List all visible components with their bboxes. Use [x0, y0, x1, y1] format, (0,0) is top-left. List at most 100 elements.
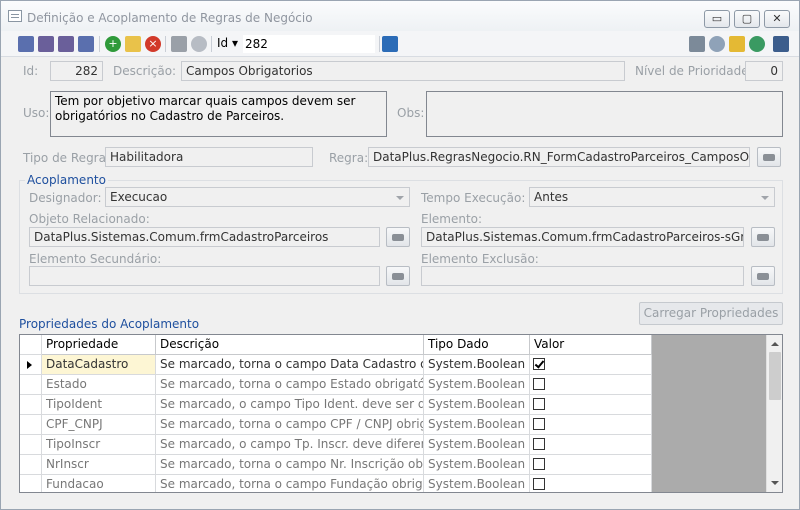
regra-field[interactable]: DataPlus.RegrasNegocio.RN_FormCadastroPa… [368, 147, 750, 167]
id-field[interactable]: 282 [50, 61, 103, 81]
row-header[interactable] [20, 475, 42, 492]
objeto-relacionado-field[interactable]: DataPlus.Sistemas.Comum.frmCadastroParce… [29, 227, 380, 247]
valor-checkbox[interactable] [533, 358, 545, 370]
id-label: Id: [23, 64, 39, 78]
scroll-up-icon[interactable] [771, 342, 779, 346]
table-row[interactable]: Fundacao Se marcado, torna o campo Fundaç… [20, 475, 652, 492]
cell-descricao[interactable]: Se marcado, o campo Tp. Inscr. deve dife… [156, 435, 424, 455]
toolbar-id-dropdown[interactable]: Id ▾ [217, 36, 238, 50]
cell-tipo-dado[interactable]: System.Boolean [424, 415, 530, 435]
uso-label: Uso: [23, 106, 50, 120]
descricao-field[interactable]: Campos Obrigatorios [181, 61, 625, 81]
table-row[interactable]: DataCadastro Se marcado, torna o campo Da… [20, 355, 652, 375]
designador-select[interactable]: Execucao [105, 187, 410, 207]
undo-icon[interactable] [191, 36, 207, 52]
elemento-exclusao-field[interactable] [421, 266, 744, 286]
title-bar[interactable]: Definição e Acoplamento de Regras de Neg… [1, 1, 799, 31]
close-button[interactable]: ✕ [764, 10, 790, 28]
next-record-icon[interactable] [58, 36, 74, 52]
edit-icon[interactable] [125, 36, 141, 52]
row-header[interactable] [20, 455, 42, 475]
row-header[interactable] [20, 355, 42, 375]
objeto-lookup-button[interactable] [386, 227, 410, 247]
tempo-execucao-select[interactable]: Antes [529, 187, 775, 207]
elemento-lookup-button[interactable] [751, 227, 775, 247]
elemento-field[interactable]: DataPlus.Sistemas.Comum.frmCadastroParce… [421, 227, 744, 247]
tipo-regra-field[interactable]: Habilitadora [105, 147, 313, 167]
cell-tipo-dado[interactable]: System.Boolean [424, 355, 530, 375]
table-row[interactable]: Estado Se marcado, torna o campo Estado o… [20, 375, 652, 395]
cell-descricao[interactable]: Se marcado, torna o campo Nr. Inscrição … [156, 455, 424, 475]
cell-propriedade[interactable]: Fundacao [42, 475, 156, 492]
column-header-descricao[interactable]: Descrição [156, 335, 424, 355]
row-header[interactable] [20, 375, 42, 395]
secundario-lookup-button[interactable] [386, 266, 410, 286]
maximize-button[interactable]: ▢ [734, 10, 760, 28]
toolbar-id-input[interactable] [243, 35, 375, 53]
cell-descricao[interactable]: Se marcado, o campo Tipo Ident. deve ser… [156, 395, 424, 415]
user-icon[interactable] [749, 36, 765, 52]
delete-icon[interactable]: × [145, 36, 161, 52]
cell-propriedade[interactable]: TipoIdent [42, 395, 156, 415]
screen-icon[interactable] [382, 36, 398, 52]
row-header[interactable] [20, 415, 42, 435]
valor-checkbox[interactable] [533, 418, 545, 430]
minimize-button[interactable]: ▭ [704, 10, 730, 28]
tools-icon[interactable] [709, 36, 725, 52]
row-header[interactable] [20, 395, 42, 415]
scroll-thumb[interactable] [769, 352, 781, 400]
clipboard-icon[interactable] [729, 36, 745, 52]
cell-tipo-dado[interactable]: System.Boolean [424, 455, 530, 475]
save-icon[interactable] [171, 36, 187, 52]
table-row[interactable]: TipoInscr Se marcado, o campo Tp. Inscr. … [20, 435, 652, 455]
row-header[interactable] [20, 435, 42, 455]
panel-icon[interactable] [773, 36, 789, 52]
prioridade-label: Nível de Prioridade: [635, 64, 753, 78]
cell-descricao[interactable]: Se marcado, torna o campo CPF / CNPJ obr… [156, 415, 424, 435]
cell-tipo-dado[interactable]: System.Boolean [424, 395, 530, 415]
valor-checkbox[interactable] [533, 438, 545, 450]
cell-descricao[interactable]: Se marcado, torna o campo Data Cadastro … [156, 355, 424, 375]
propriedades-title: Propriedades do Acoplamento [19, 317, 200, 331]
last-record-icon[interactable] [78, 36, 94, 52]
table-row[interactable]: NrInscr Se marcado, torna o campo Nr. Ins… [20, 455, 652, 475]
cell-descricao[interactable]: Se marcado, torna o campo Estado obrigat… [156, 375, 424, 395]
first-record-icon[interactable] [18, 36, 34, 52]
cell-propriedade[interactable]: DataCadastro [42, 355, 156, 375]
carregar-propriedades-button[interactable]: Carregar Propriedades [639, 302, 783, 325]
cell-tipo-dado[interactable]: System.Boolean [424, 475, 530, 492]
grid-vertical-scrollbar[interactable] [766, 335, 782, 492]
cell-descricao[interactable]: Se marcado, torna o campo Fundação obrig… [156, 475, 424, 492]
table-row[interactable]: TipoIdent Se marcado, o campo Tipo Ident.… [20, 395, 652, 415]
valor-checkbox[interactable] [533, 378, 545, 390]
valor-checkbox[interactable] [533, 478, 545, 490]
cell-propriedade[interactable]: NrInscr [42, 455, 156, 475]
cell-valor [530, 475, 652, 492]
tipo-regra-label: Tipo de Regra: [23, 151, 111, 165]
cell-valor [530, 375, 652, 395]
propriedades-grid: Propriedade Descrição Tipo Dado Valor Da… [19, 334, 783, 493]
elemento-label: Elemento: [421, 212, 483, 226]
valor-checkbox[interactable] [533, 458, 545, 470]
cards-icon[interactable] [689, 36, 705, 52]
uso-textarea[interactable]: Tem por objetivo marcar quais campos dev… [50, 91, 387, 137]
regra-lookup-button[interactable] [757, 147, 781, 167]
cell-propriedade[interactable]: CPF_CNPJ [42, 415, 156, 435]
column-header-propriedade[interactable]: Propriedade [42, 335, 156, 355]
add-icon[interactable]: + [105, 36, 121, 52]
valor-checkbox[interactable] [533, 398, 545, 410]
window-icon [8, 10, 22, 22]
exclusao-lookup-button[interactable] [751, 266, 775, 286]
cell-tipo-dado[interactable]: System.Boolean [424, 435, 530, 455]
previous-record-icon[interactable] [38, 36, 54, 52]
scroll-down-icon[interactable] [771, 481, 779, 485]
prioridade-field[interactable]: 0 [745, 61, 783, 81]
obs-textarea[interactable] [426, 91, 783, 137]
elemento-secundario-field[interactable] [29, 266, 380, 286]
table-row[interactable]: CPF_CNPJ Se marcado, torna o campo CPF / … [20, 415, 652, 435]
column-header-valor[interactable]: Valor [530, 335, 652, 355]
cell-tipo-dado[interactable]: System.Boolean [424, 375, 530, 395]
cell-propriedade[interactable]: TipoInscr [42, 435, 156, 455]
column-header-tipo-dado[interactable]: Tipo Dado [424, 335, 530, 355]
cell-propriedade[interactable]: Estado [42, 375, 156, 395]
